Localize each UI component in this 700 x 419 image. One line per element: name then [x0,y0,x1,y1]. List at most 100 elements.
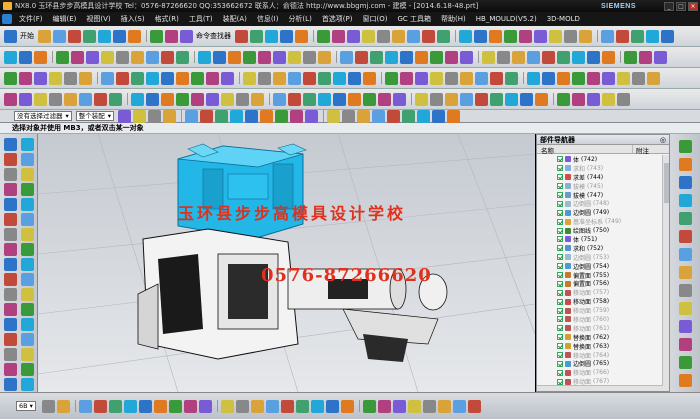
resource-tab-icon[interactable] [679,248,692,261]
left-tool-icon[interactable] [21,258,34,271]
view-tool-icon[interactable] [437,399,451,413]
menu-preferences[interactable]: 首选项(P) [317,14,358,24]
edit-tool-icon[interactable] [94,92,107,106]
curve-tool-icon[interactable] [445,50,458,64]
view-tool-icon[interactable] [392,399,406,413]
feature-row[interactable]: 边倒圆 (765) [537,359,663,368]
feature-row[interactable]: 移动面 (761) [537,324,663,333]
feature-row[interactable]: 移动面 (759) [537,306,663,315]
view-tool-icon[interactable] [377,399,391,413]
curve-tool-icon[interactable] [228,50,241,64]
cyan-mold-part[interactable] [177,143,307,240]
resource-tab-icon[interactable] [679,374,692,387]
resource-tab-icon[interactable] [679,158,692,171]
graphics-viewport[interactable]: 玉环县步步高模具设计学校 0576-87266620 [38,134,535,392]
toolbar-tool-icon[interactable] [474,29,487,43]
left-tool-icon[interactable] [4,258,17,271]
left-tool-icon[interactable] [4,378,17,391]
view-tool-icon[interactable] [452,399,466,413]
visibility-checkbox[interactable] [557,352,563,359]
visibility-checkbox[interactable] [557,272,563,279]
edit-tool-icon[interactable] [430,92,443,106]
feature-tool-icon[interactable] [415,71,428,85]
left-tool-icon[interactable] [4,183,17,196]
feature-tool-icon[interactable] [527,71,540,85]
toolbar-tool-icon[interactable] [53,29,66,43]
maximize-button[interactable]: □ [676,1,686,11]
feature-tool-icon[interactable] [647,71,660,85]
view-tool-icon[interactable] [325,399,339,413]
snap-point-icon[interactable] [200,109,214,123]
view-tool-icon[interactable] [295,399,309,413]
toolbar-tool-icon[interactable] [150,29,163,43]
left-tool-icon[interactable] [4,288,17,301]
toolbar-tool-icon[interactable] [317,29,330,43]
feature-row[interactable]: 偏置面 (756) [537,279,663,288]
snap-point-icon[interactable] [290,109,304,123]
visibility-checkbox[interactable] [557,174,563,181]
feature-tool-icon[interactable] [273,71,286,85]
edit-tool-icon[interactable] [505,92,518,106]
snap-point-icon[interactable] [342,109,356,123]
edit-tool-icon[interactable] [34,92,47,106]
feature-row[interactable]: 移动面 (760) [537,315,663,324]
resource-tab-icon[interactable] [679,176,692,189]
snap-point-icon[interactable] [275,109,289,123]
toolbar-tool-icon[interactable] [601,29,614,43]
feature-tool-icon[interactable] [49,71,62,85]
edit-tool-icon[interactable] [520,92,533,106]
view-tool-icon[interactable] [123,399,137,413]
view-tool-icon[interactable] [220,399,234,413]
curve-tool-icon[interactable] [340,50,353,64]
toolbar-tool-icon[interactable] [407,29,420,43]
feature-tool-icon[interactable] [19,71,32,85]
left-tool-icon[interactable] [21,273,34,286]
snap-point-icon[interactable] [148,109,162,123]
column-name[interactable]: 名称 [537,145,633,155]
minimize-button[interactable]: _ [664,1,674,11]
curve-tool-icon[interactable] [131,50,144,64]
edit-tool-icon[interactable] [176,92,189,106]
curve-tool-icon[interactable] [400,50,413,64]
toolbar-tool-icon[interactable] [392,29,405,43]
edit-tool-icon[interactable] [273,92,286,106]
edit-tool-icon[interactable] [49,92,62,106]
curve-tool-icon[interactable] [557,50,570,64]
toolbar-tool-icon[interactable] [235,29,248,43]
curve-tool-icon[interactable] [243,50,256,64]
toolbar-tool-icon[interactable] [38,29,51,43]
feature-row[interactable]: 求差 (744) [537,173,663,182]
zoom-select[interactable]: 6B [16,401,36,411]
snap-point-icon[interactable] [372,109,386,123]
visibility-checkbox[interactable] [557,165,563,172]
command-finder-label[interactable]: 命令查找器 [196,31,231,41]
toolbar-tool-icon[interactable] [534,29,547,43]
snap-point-icon[interactable] [357,109,371,123]
feature-tool-icon[interactable] [348,71,361,85]
snap-point-icon[interactable] [432,109,446,123]
edit-tool-icon[interactable] [318,92,331,106]
scroll-thumb[interactable] [664,163,669,203]
feature-row[interactable]: 绘图线 (750) [537,226,663,235]
curve-tool-icon[interactable] [71,50,84,64]
visibility-checkbox[interactable] [557,192,563,198]
curve-tool-icon[interactable] [101,50,114,64]
toolbar-tool-icon[interactable] [180,29,193,43]
view-tool-icon[interactable] [340,399,354,413]
left-tool-icon[interactable] [21,348,34,361]
curve-tool-icon[interactable] [34,50,47,64]
edit-tool-icon[interactable] [161,92,174,106]
view-tool-icon[interactable] [467,399,481,413]
toolbar-tool-icon[interactable] [661,29,674,43]
left-tool-icon[interactable] [4,138,17,151]
visibility-checkbox[interactable] [557,343,563,350]
visibility-checkbox[interactable] [557,245,563,252]
edit-tool-icon[interactable] [288,92,301,106]
feature-row[interactable]: 求和 (743) [537,164,663,173]
visibility-checkbox[interactable] [557,316,563,323]
toolbar-tool-icon[interactable] [265,29,278,43]
toolbar-tool-icon[interactable] [422,29,435,43]
view-tool-icon[interactable] [235,399,249,413]
feature-tool-icon[interactable] [64,71,77,85]
view-tool-icon[interactable] [56,399,70,413]
